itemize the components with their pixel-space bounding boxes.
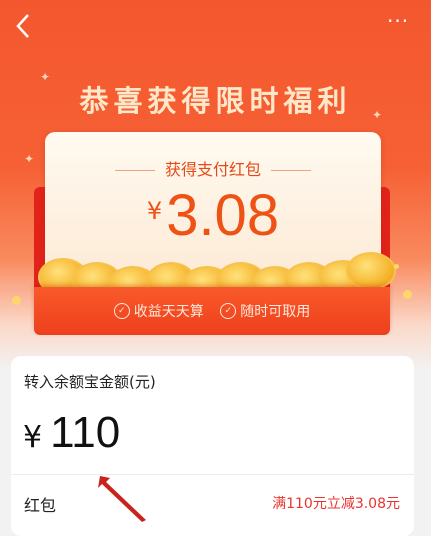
amount-field-label: 转入余额宝金额(元) [24, 373, 156, 391]
coin-dot-icon [394, 264, 399, 269]
hongbao-label: 红包 [24, 496, 57, 515]
page-headline: 恭喜获得限时福利 [79, 84, 352, 118]
transfer-form: 转入余额宝金额(元) ¥110 红包 满110元立减3.08元 [11, 356, 414, 536]
divider [11, 474, 414, 475]
more-options-icon[interactable]: ··· [387, 11, 413, 32]
benefit-list: ✓ 收益天天算 ✓ 随时可取用 [34, 301, 390, 321]
reward-amount-value: 3.08 [166, 183, 280, 248]
hero-banner: ··· ✦ ✦ ✦ 恭喜获得限时福利 获得支付红包 ¥3.08 ✓ 收益天天算 … [0, 0, 431, 370]
reward-card-title: 获得支付红包 [45, 156, 381, 180]
currency-symbol: ¥ [146, 197, 163, 225]
back-arrow-icon[interactable] [12, 12, 36, 40]
coin-dot-icon [12, 296, 21, 305]
coin-dot-icon [403, 290, 412, 299]
coin-icon [346, 252, 396, 290]
pointer-arrow-icon [98, 476, 146, 522]
red-envelope-front: ✓ 收益天天算 ✓ 随时可取用 [34, 287, 390, 335]
input-currency-symbol: ¥ [23, 420, 43, 455]
benefit-item: ✓ 收益天天算 [113, 301, 204, 321]
sparkle-icon: ✦ [24, 152, 35, 166]
check-circle-icon: ✓ [113, 303, 130, 319]
hongbao-discount[interactable]: 满110元立减3.08元 [272, 493, 400, 513]
check-circle-icon: ✓ [220, 303, 237, 319]
benefit-item: ✓ 随时可取用 [220, 301, 310, 321]
reward-amount: ¥3.08 [45, 182, 381, 249]
amount-input[interactable]: ¥110 [23, 408, 120, 458]
amount-input-value[interactable]: 110 [50, 408, 120, 457]
